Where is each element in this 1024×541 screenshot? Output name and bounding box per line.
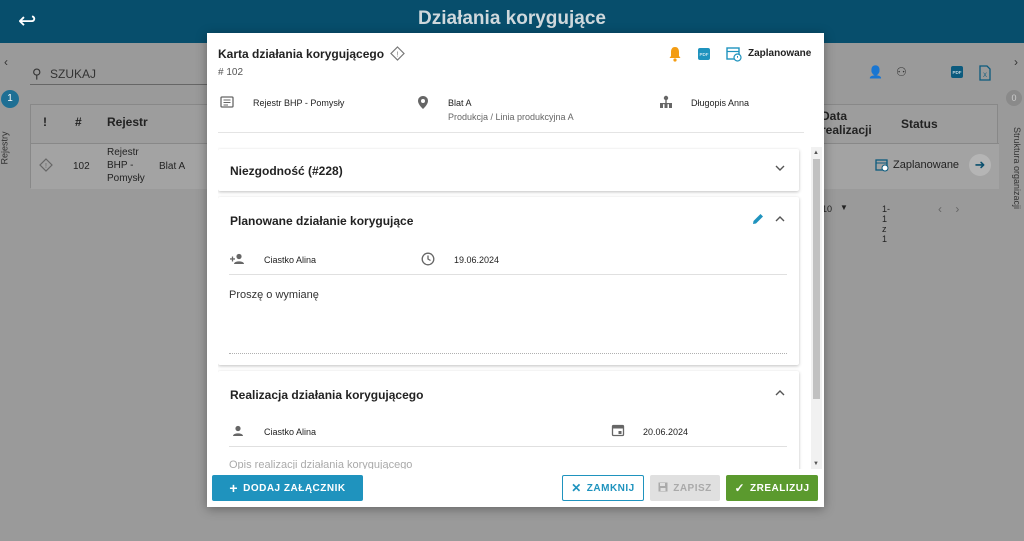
warning-diamond-icon: ! [39, 158, 53, 176]
info-register: Rejestr BHP - Pomysły [253, 98, 345, 108]
row-number: 102 [73, 161, 90, 172]
save-icon [658, 482, 668, 495]
realization-title: Realizacja działania korygującego [230, 388, 424, 402]
close-icon: ✕ [571, 481, 582, 495]
calendar-status-icon [875, 158, 889, 177]
table-row-right[interactable]: Zaplanowane ➜ [809, 143, 999, 189]
realization-date: 20.06.2024 [643, 427, 689, 437]
nonconformity-panel[interactable]: Niezgodność (#228) [218, 149, 799, 191]
complete-label: ZREALIZUJ [750, 482, 810, 494]
caret-down-icon[interactable]: ▼ [840, 203, 848, 212]
description-underline [229, 353, 787, 354]
calendar-clock-icon [726, 46, 742, 67]
page-range: 1-1 z 1 [882, 204, 891, 244]
register-icon [220, 95, 234, 113]
chevron-up-icon[interactable] [775, 214, 785, 226]
chevron-down-icon[interactable] [775, 163, 785, 175]
table-row[interactable]: ! 102 Rejestr BHP - Pomysły Blat A [31, 143, 211, 189]
check-icon: ✓ [734, 481, 746, 495]
location-pin-icon [417, 95, 429, 115]
registers-count-badge: 1 [1, 90, 19, 108]
person-icon [232, 424, 244, 442]
col-header-number: # [75, 115, 82, 129]
close-label: ZAMKNIJ [586, 482, 635, 494]
col-header-alert: ! [43, 115, 47, 129]
row-status: Zaplanowane [893, 159, 960, 171]
field-divider [229, 446, 787, 447]
scrollbar-thumb[interactable] [813, 159, 820, 399]
person-icon[interactable]: 👤 [868, 65, 883, 79]
header-divider [218, 132, 804, 133]
people-icon[interactable]: ⚇ [896, 65, 907, 79]
background-table: ! # Rejestr ! 102 Rejestr BHP - Pomysły … [30, 104, 211, 189]
dialog-status: Zaplanowane [748, 48, 812, 59]
planned-action-panel: Planowane działanie korygujące Ciastko A… [218, 197, 799, 365]
dialog-scroll-area[interactable]: Niezgodność (#228) Planowane działanie k… [218, 147, 803, 469]
location-path: Produkcja / Linia produkcyjna A [448, 112, 574, 122]
search-placeholder: SZUKAJ [50, 67, 97, 81]
planned-description[interactable]: Proszę o wymianę [229, 289, 319, 301]
svg-text:PDF: PDF [700, 52, 709, 57]
col-header-register: Rejestr [107, 115, 148, 129]
background-table-right: Data realizacji Status Zaplanowane ➜ [808, 104, 999, 189]
close-button[interactable]: ✕ ZAMKNIJ [562, 475, 644, 501]
info-person: Długopis Anna [691, 98, 750, 108]
add-person-icon [229, 252, 245, 270]
row-location: Blat A [159, 161, 186, 172]
svg-text:!: ! [45, 163, 47, 170]
warning-diamond-icon: ! [390, 46, 405, 66]
chevron-up-icon[interactable] [775, 388, 785, 400]
col-header-date: Data realizacji [821, 109, 872, 137]
col-header-status: Status [901, 117, 938, 131]
plus-icon: + [229, 480, 239, 496]
excel-export-icon[interactable]: X [978, 65, 992, 84]
add-attachment-label: DODAJ ZAŁĄCZNIK [243, 482, 346, 494]
field-divider [229, 274, 787, 275]
dialog-title: Karta działania korygującego [218, 47, 385, 61]
left-rail: ‹ 1 Rejestry [0, 43, 20, 541]
scroll-up-icon[interactable]: ▲ [813, 150, 819, 156]
realization-description-input[interactable]: Opis realizacji działania korygującego [229, 459, 412, 469]
clock-icon [421, 252, 435, 271]
bell-icon[interactable] [668, 46, 682, 67]
chevron-right-icon[interactable]: › [1014, 55, 1018, 69]
row-register: Rejestr BHP - Pomysły [107, 147, 145, 184]
edit-pencil-icon[interactable] [751, 212, 765, 231]
search-field[interactable]: ⚲ SZUKAJ [30, 63, 210, 85]
pdf-icon[interactable]: PDF [697, 47, 711, 66]
location-name: Blat A [448, 98, 472, 108]
pdf-export-icon[interactable]: PDF [950, 65, 964, 82]
org-structure-icon [659, 95, 673, 114]
corrective-action-dialog: Karta działania korygującego ! # 102 PDF… [207, 33, 824, 507]
app-title: Działania korygujące [418, 8, 606, 29]
right-rail: › 0 Struktura organizacji [1004, 43, 1024, 541]
chevron-left-icon[interactable]: ‹ [4, 55, 8, 69]
nonconformity-title: Niezgodność (#228) [230, 164, 343, 178]
registers-rail-label[interactable]: Rejestry [0, 131, 10, 164]
structure-rail-label[interactable]: Struktura organizacji [1012, 127, 1022, 209]
calendar-icon [611, 423, 625, 442]
structure-count-badge: 0 [1006, 90, 1022, 106]
scroll-down-icon[interactable]: ▼ [813, 461, 819, 467]
realization-person: Ciastko Alina [264, 427, 317, 437]
save-button[interactable]: ZAPISZ [650, 475, 720, 501]
realization-panel: Realizacja działania korygującego Ciastk… [218, 371, 799, 469]
planned-date: 19.06.2024 [454, 255, 500, 265]
svg-text:!: ! [397, 52, 399, 59]
add-attachment-button[interactable]: + DODAJ ZAŁĄCZNIK [212, 475, 363, 501]
save-label: ZAPISZ [673, 482, 712, 494]
open-row-arrow-icon[interactable]: ➜ [969, 154, 991, 176]
planned-assignee: Ciastko Alina [264, 255, 317, 265]
dialog-record-number: # 102 [218, 67, 244, 78]
complete-button[interactable]: ✓ ZREALIZUJ [726, 475, 818, 501]
dialog-scrollbar[interactable]: ▲ ▼ [811, 147, 822, 469]
pager-nav-icons[interactable]: ‹ › [938, 202, 978, 216]
planned-action-title: Planowane działanie korygujące [230, 214, 414, 228]
info-location: Blat A Produkcja / Linia produkcyjna A [448, 98, 574, 122]
svg-text:PDF: PDF [953, 70, 962, 75]
search-icon: ⚲ [32, 66, 42, 81]
svg-text:X: X [983, 73, 987, 79]
